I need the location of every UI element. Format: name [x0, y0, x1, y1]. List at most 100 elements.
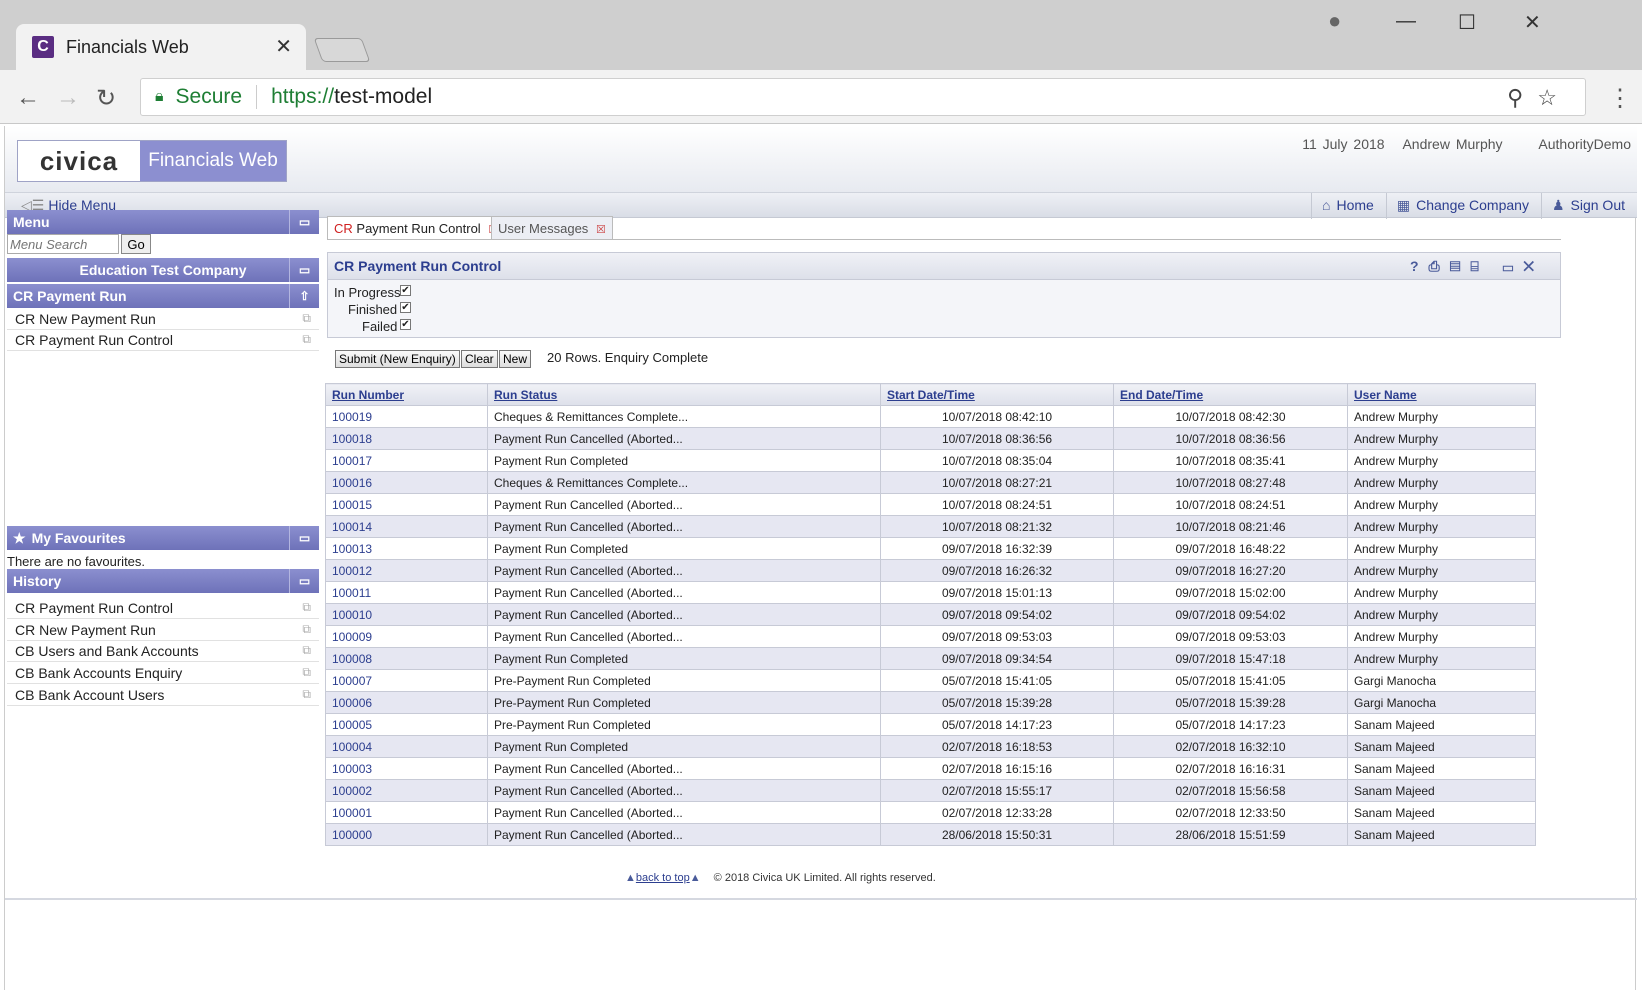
favourites-toggle-icon[interactable]: ▭	[289, 526, 319, 550]
company-toggle-icon[interactable]: ▭	[289, 258, 319, 282]
close-panel-icon[interactable]: ✕	[1523, 258, 1544, 274]
close-tab-icon[interactable]: ☒	[596, 224, 606, 236]
help-icon[interactable]: ?	[1410, 258, 1429, 274]
run-number-cell[interactable]: 100007	[325, 669, 488, 692]
new-button[interactable]: New	[499, 350, 532, 368]
history-item[interactable]: CB Users and Bank Accounts ⧉	[7, 640, 319, 662]
table-row[interactable]: 100007 Pre-Payment Run Completed 05/07/201…	[325, 669, 1536, 692]
run-number-cell[interactable]: 100015	[325, 493, 488, 516]
run-number-cell[interactable]: 100010	[325, 603, 488, 626]
run-number-cell[interactable]: 100006	[325, 691, 488, 714]
new-tab-button[interactable]	[313, 38, 371, 62]
external-icon[interactable]: ⧉	[302, 643, 311, 658]
star-icon[interactable]: ☆	[1537, 85, 1571, 110]
history-item[interactable]: CB Bank Accounts Enquiry ⧉	[7, 662, 319, 684]
close-tab-icon[interactable]: ✕	[275, 34, 292, 59]
table-row[interactable]: 100018 Payment Run Cancelled (Aborted... 1…	[325, 427, 1536, 450]
table-row[interactable]: 100004 Payment Run Completed 02/07/2018 16…	[325, 735, 1536, 758]
save-icon[interactable]: ⌸	[1470, 258, 1488, 274]
history-header[interactable]: History ▭	[7, 569, 319, 593]
run-number-cell[interactable]: 100005	[325, 713, 488, 736]
reload-icon[interactable]: ↻	[96, 84, 116, 113]
go-button[interactable]: Go	[121, 234, 151, 254]
table-row[interactable]: 100015 Payment Run Cancelled (Aborted... 1…	[325, 493, 1536, 516]
forward-icon[interactable]: →	[56, 84, 80, 112]
run-number-cell[interactable]: 100002	[325, 779, 488, 802]
run-number-cell[interactable]: 100013	[325, 537, 488, 560]
external-icon[interactable]: ⧉	[302, 687, 311, 702]
table-row[interactable]: 100013 Payment Run Completed 09/07/2018 16…	[325, 537, 1536, 560]
tab-user-messages[interactable]: User Messages ☒	[491, 216, 613, 239]
finished-checkbox[interactable]: ✔	[400, 302, 411, 313]
company-header[interactable]: Education Test Company ▭	[7, 258, 319, 282]
menu-item-cr-new-payment-run[interactable]: CR New Payment Run ⧉	[7, 308, 319, 330]
external-icon[interactable]: ⧉	[302, 311, 311, 326]
table-row[interactable]: 100016 Cheques & Remittances Complete... 1…	[325, 471, 1536, 494]
table-row[interactable]: 100010 Payment Run Cancelled (Aborted... 0…	[325, 603, 1536, 626]
table-row[interactable]: 100001 Payment Run Cancelled (Aborted... 0…	[325, 801, 1536, 824]
panel-toggle-icon[interactable]: ▭	[289, 210, 319, 234]
table-row[interactable]: 100009 Payment Run Cancelled (Aborted... 0…	[325, 625, 1536, 648]
section-up-icon[interactable]: ⇧	[289, 284, 319, 308]
table-row[interactable]: 100006 Pre-Payment Run Completed 05/07/201…	[325, 691, 1536, 714]
external-icon[interactable]: ⧉	[302, 332, 311, 347]
run-number-cell[interactable]: 100008	[325, 647, 488, 670]
run-number-cell[interactable]: 100003	[325, 757, 488, 780]
export-icon[interactable]: ▤	[1450, 258, 1471, 274]
tab-payment-run-control[interactable]: CR Payment Run Control ☒	[327, 216, 506, 239]
table-row[interactable]: 100008 Payment Run Completed 09/07/2018 09…	[325, 647, 1536, 670]
run-number-cell[interactable]: 100012	[325, 559, 488, 582]
maximize-panel-icon[interactable]: ▭	[1503, 258, 1524, 274]
run-number-cell[interactable]: 100009	[325, 625, 488, 648]
run-number-cell[interactable]: 100014	[325, 515, 488, 538]
run-number-cell[interactable]: 100017	[325, 449, 488, 472]
table-row[interactable]: 100017 Payment Run Completed 10/07/2018 08…	[325, 449, 1536, 472]
table-row[interactable]: 100011 Payment Run Cancelled (Aborted... 0…	[325, 581, 1536, 604]
run-number-cell[interactable]: 100016	[325, 471, 488, 494]
column-header-end[interactable]: End Date/Time	[1113, 383, 1348, 406]
run-number-cell[interactable]: 100018	[325, 427, 488, 450]
table-row[interactable]: 100014 Payment Run Cancelled (Aborted... 1…	[325, 515, 1536, 538]
maximize-icon[interactable]: ☐	[1458, 10, 1476, 35]
zoom-icon[interactable]: ⚲	[1507, 85, 1537, 110]
more-menu-icon[interactable]: ⋮	[1608, 84, 1632, 113]
column-header-start[interactable]: Start Date/Time	[880, 383, 1114, 406]
column-header-user[interactable]: User Name	[1347, 383, 1536, 406]
in-progress-checkbox[interactable]: ✔	[400, 285, 411, 296]
history-item[interactable]: CR New Payment Run ⧉	[7, 619, 319, 641]
back-icon[interactable]: ←	[16, 84, 40, 112]
table-row[interactable]: 100002 Payment Run Cancelled (Aborted... 0…	[325, 779, 1536, 802]
column-header-run-status[interactable]: Run Status	[487, 383, 881, 406]
history-toggle-icon[interactable]: ▭	[289, 569, 319, 593]
menu-item-cr-payment-run-control[interactable]: CR Payment Run Control ⧉	[7, 329, 319, 351]
external-icon[interactable]: ⧉	[302, 600, 311, 615]
external-icon[interactable]: ⧉	[302, 665, 311, 680]
url-input[interactable]: 🔒︎ Secure https:// test-model ⚲☆	[140, 78, 1586, 116]
external-icon[interactable]: ⧉	[302, 622, 311, 637]
browser-tab[interactable]: C Financials Web ✕	[16, 24, 306, 70]
section-header[interactable]: CR Payment Run ⇧	[7, 284, 319, 308]
clear-button[interactable]: Clear	[461, 350, 498, 368]
run-number-cell[interactable]: 100019	[325, 405, 488, 428]
menu-search-input[interactable]	[7, 234, 119, 254]
minimize-icon[interactable]: —	[1396, 10, 1416, 33]
column-header-run-number[interactable]: Run Number	[325, 383, 488, 406]
back-to-top-link[interactable]: back to top	[636, 872, 690, 884]
favourites-header[interactable]: ★ My Favourites ▭	[7, 526, 319, 550]
table-row[interactable]: 100019 Cheques & Remittances Complete... 1…	[325, 405, 1536, 428]
history-item[interactable]: CR Payment Run Control ⧉	[7, 597, 319, 619]
table-row[interactable]: 100012 Payment Run Cancelled (Aborted... 0…	[325, 559, 1536, 582]
run-number-cell[interactable]: 100000	[325, 823, 488, 846]
table-row[interactable]: 100005 Pre-Payment Run Completed 05/07/201…	[325, 713, 1536, 736]
profile-icon[interactable]: ●	[1328, 8, 1341, 34]
print-icon[interactable]: ⎙	[1429, 258, 1450, 274]
table-row[interactable]: 100003 Payment Run Cancelled (Aborted... 0…	[325, 757, 1536, 780]
close-window-icon[interactable]: ✕	[1524, 10, 1541, 35]
table-row[interactable]: 100000 Payment Run Cancelled (Aborted... 2…	[325, 823, 1536, 846]
failed-checkbox[interactable]: ✔	[400, 319, 411, 330]
run-number-cell[interactable]: 100001	[325, 801, 488, 824]
run-number-cell[interactable]: 100004	[325, 735, 488, 758]
history-item[interactable]: CB Bank Account Users ⧉	[7, 684, 319, 706]
run-number-cell[interactable]: 100011	[325, 581, 488, 604]
submit-button[interactable]: Submit (New Enquiry)	[335, 350, 460, 368]
